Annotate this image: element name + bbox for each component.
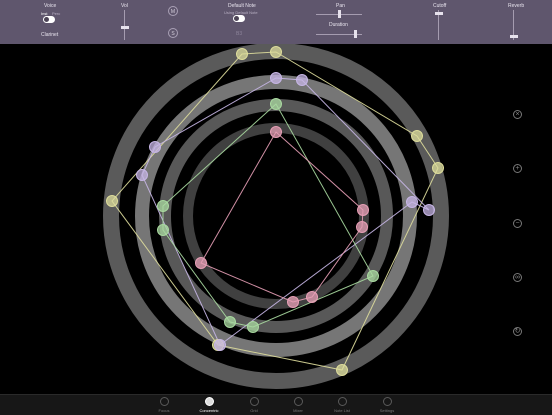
note-dot[interactable] — [149, 141, 161, 153]
note-dot[interactable] — [157, 224, 169, 236]
vol-label: Vol — [121, 3, 128, 9]
focus-icon — [159, 397, 169, 406]
note-dot[interactable] — [306, 291, 318, 303]
instrument-name[interactable]: Clarinet — [41, 32, 58, 38]
note-dot[interactable] — [423, 204, 435, 216]
default-note-value[interactable]: B3 — [236, 31, 242, 37]
toolbar: Voice Inst Perc Clarinet Vol M S Default… — [0, 0, 552, 44]
refresh-icon[interactable]: ↻ — [513, 327, 522, 336]
note-dot[interactable] — [356, 221, 368, 233]
plus-icon[interactable]: + — [513, 164, 522, 173]
perc-label: Perc — [52, 11, 61, 16]
ring-inner-band[interactable] — [183, 123, 369, 309]
note-list-icon — [337, 397, 347, 406]
note-dot[interactable] — [224, 316, 236, 328]
close-icon[interactable]: × — [513, 110, 522, 119]
tab-label: Concentric — [199, 408, 219, 413]
note-dot[interactable] — [406, 196, 418, 208]
note-dot[interactable] — [270, 126, 282, 138]
default-note-toggle[interactable] — [233, 15, 245, 22]
concentric-icon — [204, 397, 214, 406]
reverb-label: Reverb — [508, 3, 525, 9]
note-dot[interactable] — [270, 72, 282, 84]
note-dot[interactable] — [236, 48, 248, 60]
vol-slider-thumb[interactable] — [121, 25, 129, 29]
voice-label: Voice — [44, 3, 57, 9]
cutoff-slider-thumb[interactable] — [435, 12, 443, 15]
tab-label: Focus — [158, 408, 170, 413]
ring-3-band[interactable] — [159, 99, 393, 333]
note-dot[interactable] — [432, 162, 444, 174]
mixer-icon — [293, 397, 303, 406]
minus-icon[interactable]: − — [513, 219, 522, 228]
reverb-slider-thumb[interactable] — [510, 34, 518, 38]
note-dot[interactable] — [270, 46, 282, 58]
duration-slider-thumb[interactable] — [354, 30, 358, 38]
concentric-stage[interactable] — [0, 43, 552, 394]
note-dot[interactable] — [411, 130, 423, 142]
tab-label: Settings — [379, 408, 395, 413]
pan-slider-thumb[interactable] — [338, 10, 341, 18]
concentric-rings[interactable] — [0, 43, 552, 394]
default-note-label: Default Note — [228, 3, 256, 9]
tab-note-list[interactable]: Note List — [322, 397, 362, 413]
tab-focus[interactable]: Focus — [144, 397, 184, 413]
note-dot[interactable] — [214, 339, 226, 351]
tab-bar: Focus Concentric Grid Mixer Note List Setting… — [0, 394, 552, 415]
link-icon[interactable]: ∞ — [513, 273, 522, 282]
note-dot[interactable] — [336, 364, 348, 376]
note-dot[interactable] — [157, 200, 169, 212]
tab-concentric[interactable]: Concentric — [189, 397, 229, 413]
tab-settings[interactable]: Settings — [367, 397, 407, 413]
note-dot[interactable] — [195, 257, 207, 269]
pan-label: Pan — [336, 3, 345, 9]
cutoff-label: Cutoff — [433, 3, 447, 9]
solo-button[interactable]: S — [168, 28, 178, 38]
note-dot[interactable] — [296, 74, 308, 86]
note-dot[interactable] — [367, 270, 379, 282]
tab-grid[interactable]: Grid — [234, 397, 274, 413]
note-dot[interactable] — [247, 321, 259, 333]
mute-button[interactable]: M — [168, 6, 178, 16]
note-dot[interactable] — [287, 296, 299, 308]
tab-label: Note List — [334, 408, 350, 413]
note-dot[interactable] — [136, 169, 148, 181]
tab-mixer[interactable]: Mixer — [278, 397, 318, 413]
note-dot[interactable] — [270, 98, 282, 110]
note-dot[interactable] — [357, 204, 369, 216]
duration-label: Duration — [329, 22, 348, 28]
note-dot[interactable] — [106, 195, 118, 207]
tab-label: Grid — [250, 408, 258, 413]
tab-label: Mixer — [293, 408, 303, 413]
settings-icon — [382, 397, 392, 406]
grid-icon — [249, 397, 259, 406]
voice-toggle[interactable] — [43, 16, 55, 23]
